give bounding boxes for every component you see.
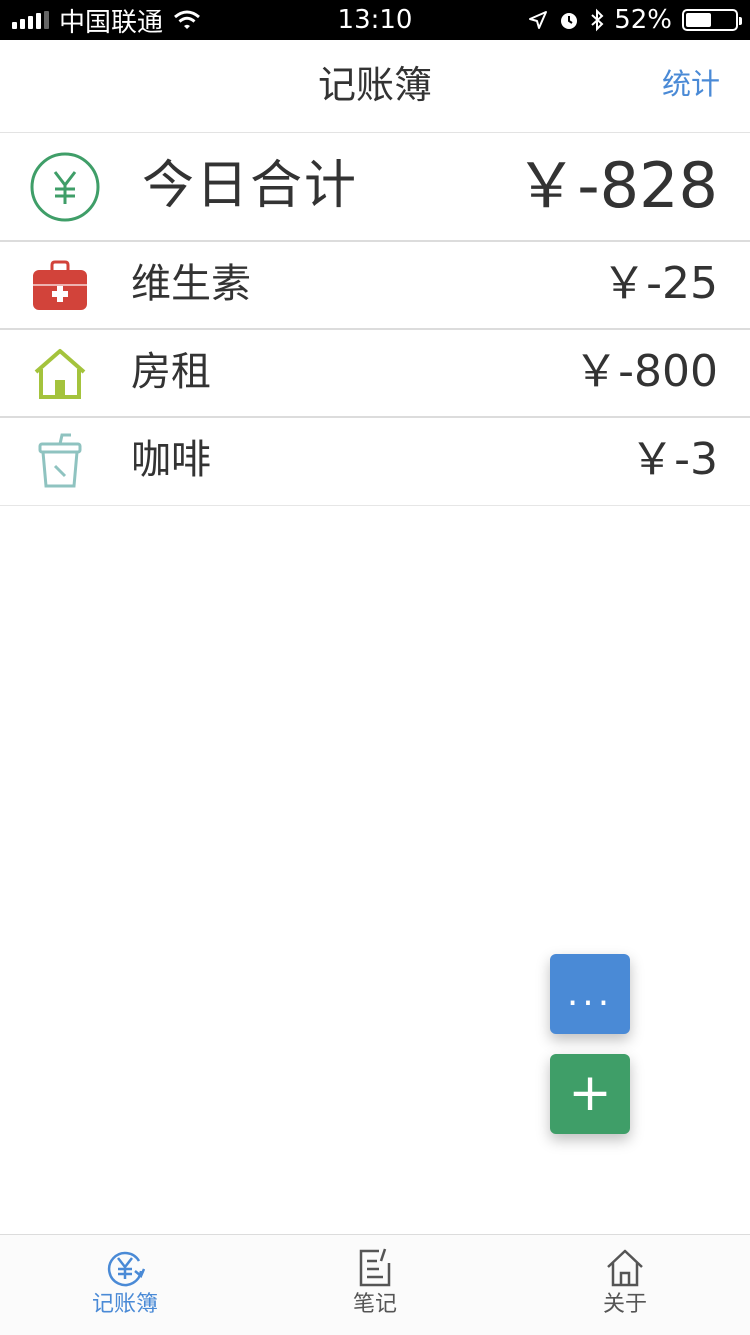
entry-row[interactable]: 房租 ￥-800: [0, 330, 750, 418]
note-edit-icon: [359, 1248, 391, 1287]
bluetooth-icon: [591, 8, 604, 32]
house-icon: [34, 349, 86, 399]
cup-icon: [38, 433, 82, 488]
entry-label: 咖啡: [131, 437, 211, 483]
tab-about[interactable]: 关于: [500, 1235, 750, 1335]
navigation-bar: 记账簿 统计: [0, 40, 750, 133]
status-bar: 中国联通 13:10 52%: [0, 0, 750, 40]
yuan-refresh-icon: [107, 1251, 145, 1287]
page-title: 记账簿: [317, 63, 432, 107]
add-entry-button[interactable]: +: [550, 1054, 630, 1134]
location-arrow-icon: [529, 11, 548, 29]
statistics-button[interactable]: 统计: [662, 40, 720, 128]
daily-total-amount: ￥-828: [515, 149, 718, 222]
battery-icon: [682, 9, 742, 31]
entry-amount: ￥-3: [630, 434, 718, 485]
entry-label: 房租: [131, 349, 211, 395]
entry-label: 维生素: [131, 261, 251, 307]
entry-row[interactable]: 维生素 ￥-25: [0, 242, 750, 330]
entry-amount: ￥-25: [602, 258, 718, 309]
daily-total-row: 今日合计 ￥-828: [0, 132, 750, 242]
entry-amount: ￥-800: [574, 346, 718, 397]
battery-percentage: 52%: [614, 5, 672, 35]
more-options-button[interactable]: ...: [550, 954, 630, 1034]
entry-row[interactable]: 咖啡 ￥-3: [0, 418, 750, 506]
tab-label: 笔记: [352, 1292, 397, 1317]
tab-ledger[interactable]: 记账簿: [0, 1235, 250, 1335]
tab-label: 记账簿: [91, 1292, 158, 1317]
alarm-icon: [561, 13, 578, 29]
status-right: 52%: [528, 0, 742, 40]
tab-bar: 记账簿 笔记 关于: [0, 1234, 750, 1335]
daily-total-label: 今日合计: [142, 156, 359, 216]
home-icon: [607, 1249, 643, 1287]
medkit-icon: [33, 260, 87, 310]
yuan-circle-icon: [30, 152, 100, 222]
tab-notes[interactable]: 笔记: [250, 1235, 500, 1335]
tab-label: 关于: [602, 1292, 647, 1317]
